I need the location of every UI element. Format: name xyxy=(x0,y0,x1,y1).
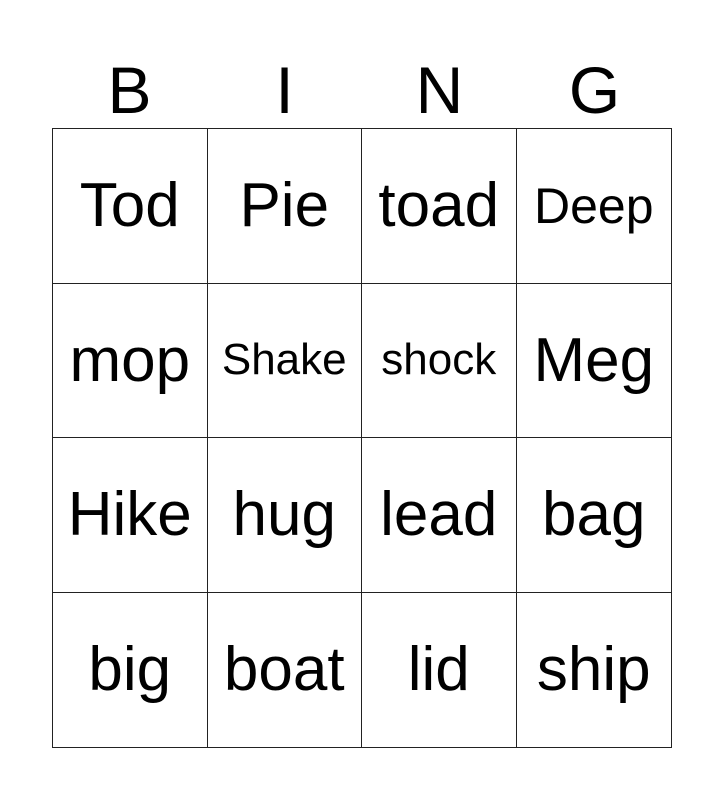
bingo-cell[interactable]: toad xyxy=(362,129,517,284)
bingo-cell[interactable]: shock xyxy=(362,283,517,438)
bingo-cell[interactable]: boat xyxy=(208,592,362,747)
bingo-cell[interactable]: big xyxy=(53,592,208,747)
bingo-cell[interactable]: mop xyxy=(53,283,208,438)
bingo-cell[interactable]: Meg xyxy=(516,284,671,438)
bingo-cell[interactable]: lead xyxy=(362,438,517,593)
bingo-cell[interactable]: hug xyxy=(207,438,362,593)
bingo-cell[interactable]: Pie xyxy=(207,129,362,284)
bingo-cell[interactable]: lid xyxy=(362,592,517,747)
bingo-card-grid: Tod Pie toad Deep mop Shake shock Meg Hi… xyxy=(52,128,672,748)
bingo-cell[interactable]: bag xyxy=(516,438,671,593)
header-letter-n: N xyxy=(415,53,464,127)
header-letter-b: B xyxy=(107,53,152,127)
header-letter-i: I xyxy=(275,53,294,127)
header-letter-g: G xyxy=(568,53,621,127)
bingo-cell[interactable]: Shake xyxy=(207,283,362,438)
bingo-cell[interactable]: Deep xyxy=(516,129,671,284)
bingo-cell[interactable]: ship xyxy=(517,593,672,748)
bingo-cell[interactable]: Tod xyxy=(53,129,208,284)
bingo-header: B I N G xyxy=(52,52,672,128)
bingo-cell[interactable]: Hike xyxy=(53,438,208,593)
